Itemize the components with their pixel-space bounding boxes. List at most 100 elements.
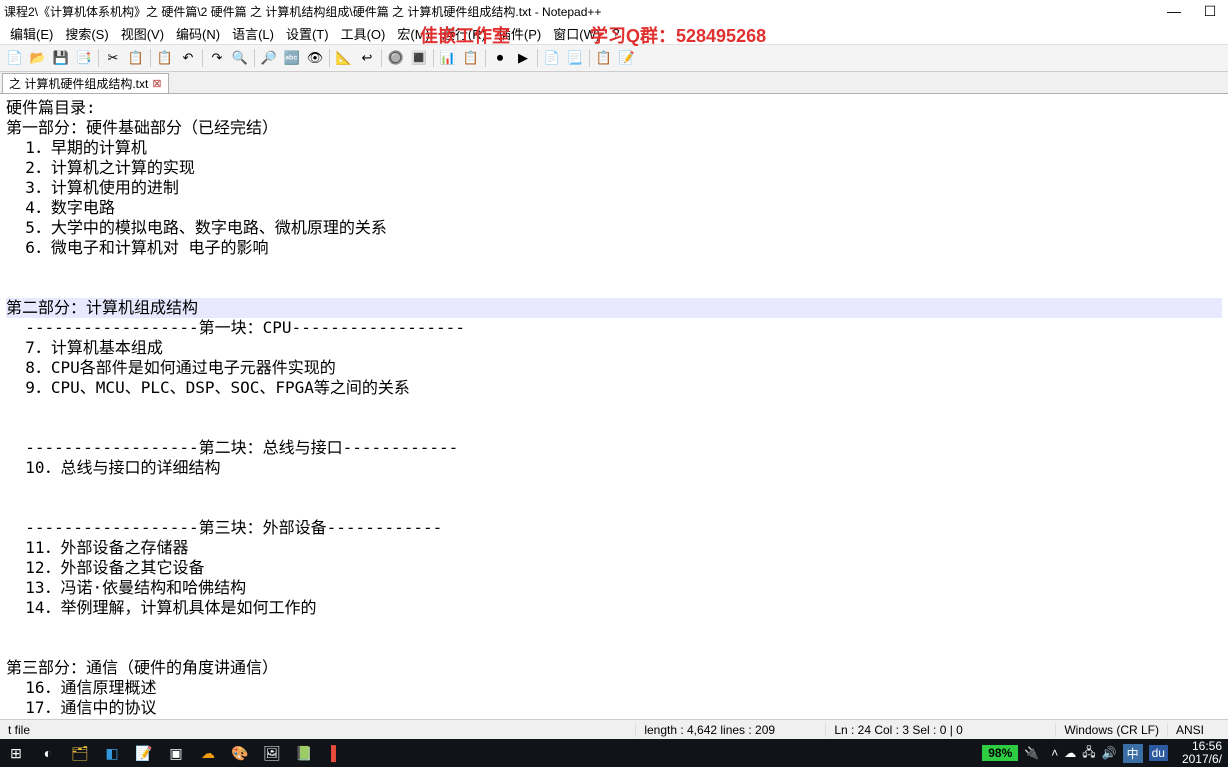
document-tab[interactable]: 之 计算机硬件组成结构.txt ⊠ <box>2 73 169 93</box>
toolbar-button[interactable]: 📄 <box>4 47 26 69</box>
editor-line: ------------------第二块：总线与接口------------ <box>6 438 1222 458</box>
editor-line: ------------------第一块：CPU---------------… <box>6 318 1222 338</box>
toolbar-button[interactable]: 📂 <box>27 47 49 69</box>
status-bar: t file length : 4,642 lines : 209 Ln : 2… <box>0 719 1228 739</box>
photos-icon[interactable]: 🖼 <box>256 739 288 767</box>
editor-line: 第二部分：计算机组成结构 <box>6 298 1222 318</box>
editor-line <box>6 418 1222 438</box>
toolbar-button[interactable]: ✂ <box>102 47 124 69</box>
editor-line <box>6 638 1222 658</box>
status-eol: Windows (CR LF) <box>1056 723 1168 737</box>
tray-volume-icon[interactable]: 🔊 <box>1102 746 1117 760</box>
toolbar-button[interactable]: 💾 <box>50 47 72 69</box>
toolbar-button[interactable]: 📑 <box>73 47 95 69</box>
toolbar-button[interactable]: 🔍 <box>229 47 251 69</box>
menu-item[interactable]: 设置(T) <box>280 24 335 43</box>
status-position: Ln : 24 Col : 3 Sel : 0 | 0 <box>826 723 1056 737</box>
close-icon[interactable]: ⊠ <box>152 77 161 90</box>
toolbar-button[interactable]: 📋 <box>593 47 615 69</box>
tray-up-icon[interactable]: ˄ <box>1051 746 1058 760</box>
du-indicator[interactable]: du <box>1149 745 1168 761</box>
editor-line: 2．计算机之计算的实现 <box>6 158 1222 178</box>
editor-line <box>6 278 1222 298</box>
menu-item[interactable]: 编码(N) <box>170 24 226 43</box>
toolbar-button[interactable]: 🔘 <box>385 47 407 69</box>
menu-item[interactable]: 编辑(E) <box>4 24 59 43</box>
toolbar-button[interactable]: ▶ <box>512 47 534 69</box>
watermark-studio: 佳嵌工作室 <box>420 22 510 48</box>
menu-item[interactable]: 工具(O) <box>335 24 392 43</box>
notepad-icon[interactable]: 📝 <box>128 739 160 767</box>
editor-line: 7．计算机基本组成 <box>6 338 1222 358</box>
editor-line: 8．CPU各部件是如何通过电子元器件实现的 <box>6 358 1222 378</box>
npp-icon[interactable]: 📗 <box>288 739 320 767</box>
editor-line <box>6 618 1222 638</box>
status-file: t file <box>0 723 636 737</box>
explorer-icon[interactable]: 🗂 <box>64 739 96 767</box>
toolbar-button[interactable]: 📋 <box>154 47 176 69</box>
menu-item[interactable]: 视图(V) <box>115 24 170 43</box>
start-button[interactable]: ⊞ <box>0 739 32 767</box>
power-icon[interactable]: 🔌 <box>1020 746 1043 760</box>
menu-item[interactable]: 语言(L) <box>226 24 280 43</box>
tray-cloud-icon[interactable]: ☁ <box>1064 746 1076 760</box>
editor-line <box>6 478 1222 498</box>
clock[interactable]: 16:56 2017/6/ <box>1176 740 1228 766</box>
tray-network-icon[interactable]: 🖧 <box>1082 743 1095 764</box>
paint-icon[interactable]: 🎨 <box>224 739 256 767</box>
status-length: length : 4,642 lines : 209 <box>636 723 826 737</box>
editor-line: 13．冯诺·依曼结构和哈佛结构 <box>6 578 1222 598</box>
clock-date: 2017/6/ <box>1182 753 1222 766</box>
toolbar-button[interactable]: 👁 <box>304 47 326 69</box>
title-bar: 课程2\《计算机体系机构》之 硬件篇\2 硬件篇 之 计算机结构组成\硬件篇 之… <box>0 0 1228 22</box>
toolbar-separator <box>98 49 99 67</box>
editor-line <box>6 398 1222 418</box>
toolbar-separator <box>202 49 203 67</box>
toolbar-button[interactable]: 📐 <box>333 47 355 69</box>
toolbar-separator <box>485 49 486 67</box>
toolbar-button[interactable]: 🔎 <box>258 47 280 69</box>
toolbar-button[interactable]: 🔤 <box>281 47 303 69</box>
toolbar-button[interactable]: 🔳 <box>408 47 430 69</box>
editor-line: 4．数字电路 <box>6 198 1222 218</box>
toolbar-button[interactable]: 📋 <box>125 47 147 69</box>
status-encoding: ANSI <box>1168 723 1228 737</box>
editor-line <box>6 498 1222 518</box>
toolbar-button[interactable]: ↶ <box>177 47 199 69</box>
weather-icon[interactable]: ☁ <box>192 739 224 767</box>
editor-line: 17．通信中的协议 <box>6 698 1222 718</box>
terminal-icon[interactable]: ▣ <box>160 739 192 767</box>
toolbar-button[interactable]: ⏺ <box>489 47 511 69</box>
toolbar-separator <box>150 49 151 67</box>
taskbar: ⊞ ◐ 🗂 ◧ 📝 ▣ ☁ 🎨 🖼 📗 ▌ 98% 🔌 ˄ ☁ 🖧 🔊 中 du… <box>0 739 1228 767</box>
maximize-button[interactable]: ☐ <box>1196 2 1224 20</box>
toolbar-button[interactable]: 📊 <box>437 47 459 69</box>
toolbar-button[interactable]: 📝 <box>616 47 638 69</box>
toolbar-button[interactable]: 📃 <box>564 47 586 69</box>
editor-line: 第一部分：硬件基础部分（已经完结） <box>6 118 1222 138</box>
battery-indicator[interactable]: 98% <box>982 745 1018 761</box>
text-editor[interactable]: 硬件篇目录:第一部分：硬件基础部分（已经完结） 1．早期的计算机 2．计算机之计… <box>0 94 1228 719</box>
toolbar-button[interactable]: 📄 <box>541 47 563 69</box>
toolbar-button[interactable]: ↷ <box>206 47 228 69</box>
window-title: 课程2\《计算机体系机构》之 硬件篇\2 硬件篇 之 计算机结构组成\硬件篇 之… <box>4 3 1160 20</box>
toolbar: 📄📂💾📑✂📋📋↶↷🔍🔎🔤👁📐↩🔘🔳📊📋⏺▶📄📃📋📝 <box>0 44 1228 72</box>
editor-line: 1．早期的计算机 <box>6 138 1222 158</box>
menu-item[interactable]: 搜索(S) <box>59 24 114 43</box>
toolbar-separator <box>381 49 382 67</box>
app-icon[interactable]: ◧ <box>96 739 128 767</box>
tab-bar: 之 计算机硬件组成结构.txt ⊠ <box>0 72 1228 94</box>
watermark-qq: 学习Q群：528495268 <box>590 22 766 48</box>
tab-label: 之 计算机硬件组成结构.txt <box>9 75 148 92</box>
toolbar-separator <box>537 49 538 67</box>
ime-indicator[interactable]: 中 <box>1123 744 1143 763</box>
toolbar-button[interactable]: 📋 <box>460 47 482 69</box>
minimize-button[interactable]: — <box>1160 2 1188 20</box>
toolbar-button[interactable]: ↩ <box>356 47 378 69</box>
editor-line: 3．计算机使用的进制 <box>6 178 1222 198</box>
editor-line <box>6 258 1222 278</box>
editor-line: 9．CPU、MCU、PLC、DSP、SOC、FPGA等之间的关系 <box>6 378 1222 398</box>
cortana-icon[interactable]: ◐ <box>32 739 64 767</box>
toolbar-separator <box>254 49 255 67</box>
recorder-icon[interactable]: ▌ <box>320 739 352 767</box>
